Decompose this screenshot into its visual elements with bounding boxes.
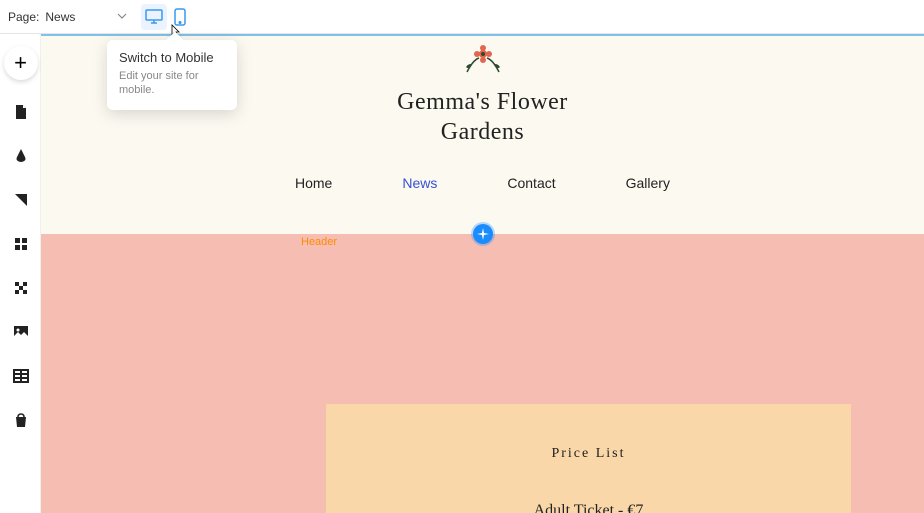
mobile-view-button[interactable] (167, 4, 193, 30)
design-button[interactable] (7, 142, 35, 170)
nav-contact[interactable]: Contact (507, 175, 555, 191)
grid-icon (13, 236, 29, 252)
addons-button[interactable] (7, 274, 35, 302)
desktop-view-button[interactable] (141, 4, 167, 30)
media-button[interactable] (7, 318, 35, 346)
sparkle-icon (477, 228, 489, 240)
data-button[interactable] (7, 362, 35, 390)
page-dropdown-value: News (45, 10, 75, 24)
theme-button[interactable] (7, 186, 35, 214)
mobile-icon (174, 8, 186, 26)
price-list-box[interactable]: Price List Adult Ticket - €7 (326, 404, 851, 513)
nav-home[interactable]: Home (295, 175, 332, 191)
desktop-icon (145, 9, 163, 25)
left-sidebar: + (1, 34, 41, 513)
page-label: Page: (8, 10, 39, 24)
contrast-icon (13, 192, 29, 208)
page-icon (13, 104, 29, 120)
apps-button[interactable] (7, 230, 35, 258)
page-section[interactable]: Header Price List Adult Ticket - €7 (41, 234, 924, 513)
image-icon (13, 324, 29, 340)
chevron-down-icon (117, 10, 127, 24)
pages-button[interactable] (7, 98, 35, 126)
nav-gallery[interactable]: Gallery (626, 175, 670, 191)
top-toolbar: Page: News (0, 0, 924, 34)
puzzle-icon (13, 280, 29, 296)
site-logo[interactable] (461, 42, 505, 81)
tooltip-subtitle: Edit your site for mobile. (119, 69, 225, 98)
page-dropdown[interactable]: News (41, 8, 131, 26)
header-label: Header (301, 236, 337, 248)
site-title-line1: Gemma's Flower (397, 87, 568, 117)
flower-icon (461, 42, 505, 76)
add-section-handle[interactable] (473, 224, 493, 244)
nav-news[interactable]: News (402, 175, 437, 191)
tooltip-title: Switch to Mobile (119, 50, 225, 65)
table-icon (13, 368, 29, 384)
site-title-line2: Gardens (397, 117, 568, 147)
paint-icon (13, 148, 29, 164)
add-element-button[interactable]: + (4, 46, 38, 80)
mobile-tooltip: Switch to Mobile Edit your site for mobi… (107, 40, 237, 110)
price-list-title: Price List (326, 446, 851, 462)
viewport-switcher (141, 4, 193, 30)
site-nav: Home News Contact Gallery (295, 175, 670, 191)
site-title[interactable]: Gemma's Flower Gardens (397, 87, 568, 147)
price-list-item: Adult Ticket - €7 (326, 502, 851, 513)
bag-icon (13, 412, 29, 428)
store-button[interactable] (7, 406, 35, 434)
